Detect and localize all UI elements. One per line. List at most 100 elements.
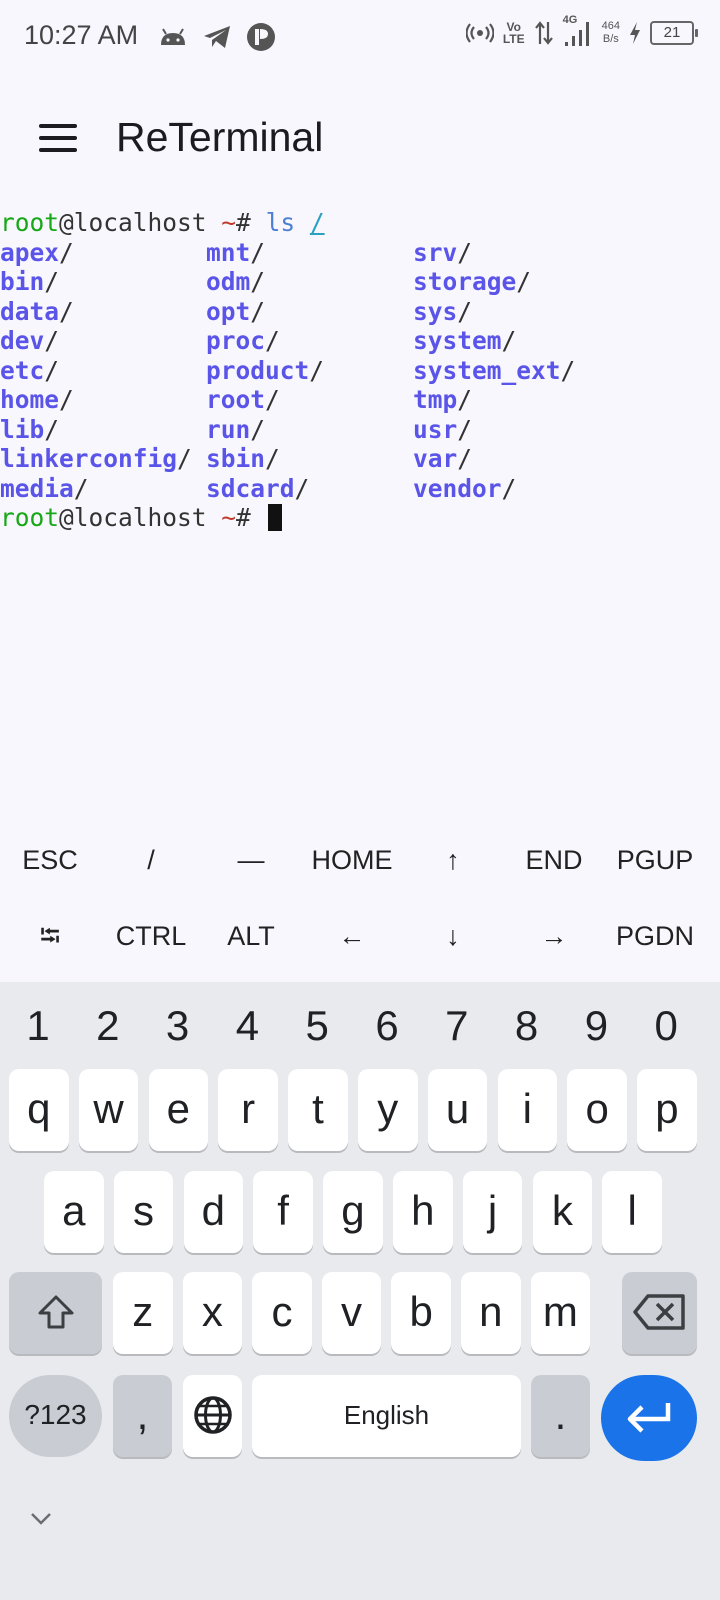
number-key[interactable]: 7 [422, 990, 492, 1062]
ls-entry: bin/ [0, 267, 60, 296]
extra-key-row2-2[interactable]: ALT [200, 898, 302, 974]
terminal-output[interactable]: root@localhost ~# ls / apex/bin/data/dev… [0, 208, 720, 828]
extra-key-row2-1[interactable]: CTRL [100, 898, 202, 974]
shift-key[interactable] [9, 1272, 102, 1354]
ls-entry: mnt/ [206, 237, 266, 267]
telegram-icon [204, 26, 230, 48]
number-key[interactable]: 5 [282, 990, 352, 1062]
number-key[interactable]: 9 [561, 990, 631, 1062]
charging-icon [630, 22, 640, 44]
number-key[interactable]: 0 [631, 990, 701, 1062]
letter-key[interactable]: q [9, 1069, 69, 1151]
comma-key[interactable]: , [113, 1375, 172, 1457]
number-key[interactable]: 1 [3, 990, 73, 1062]
system-icons: Vo LTE 4G 464 B/s 21 [465, 14, 698, 48]
prompt-line-current: root@localhost ~# [0, 503, 720, 533]
ls-entry: run/ [206, 414, 266, 444]
signal-icon [564, 22, 589, 46]
ls-entry: odm/ [206, 267, 266, 296]
volte-indicator: Vo LTE [502, 20, 525, 46]
ls-entry: tmp/ [413, 385, 473, 414]
extra-key-row2-4[interactable]: ↓ [402, 898, 504, 974]
number-key[interactable]: 3 [143, 990, 213, 1062]
enter-icon [627, 1403, 671, 1433]
number-key[interactable]: 6 [352, 990, 422, 1062]
letter-key[interactable]: s [113, 1171, 174, 1253]
extra-key-row1-0[interactable]: ESC [0, 822, 101, 898]
number-key[interactable]: 2 [73, 990, 143, 1062]
ls-entry: data/ [0, 296, 74, 326]
letter-key[interactable]: c [252, 1272, 312, 1354]
letter-key[interactable]: l [602, 1171, 662, 1253]
letter-key[interactable]: i [497, 1069, 558, 1151]
number-row: 1234567890 [0, 990, 720, 1062]
language-key[interactable] [183, 1375, 242, 1457]
extra-key-row1-2[interactable]: — [200, 822, 302, 898]
letter-key[interactable]: f [253, 1171, 313, 1253]
space-key[interactable]: English [252, 1375, 521, 1457]
ls-entry: var/ [413, 444, 473, 473]
symbols-key[interactable]: ?123 [9, 1375, 102, 1457]
menu-icon[interactable] [30, 116, 86, 166]
ls-output: apex/bin/data/dev/etc/home/lib/linkercon… [0, 238, 720, 504]
period-key[interactable]: . [531, 1375, 590, 1457]
letter-key[interactable]: p [637, 1069, 697, 1151]
ls-entry: product/ [206, 355, 325, 385]
ls-entry: proc/ [206, 326, 280, 355]
letter-key[interactable]: o [567, 1069, 627, 1151]
android-icon [161, 28, 185, 45]
letter-key[interactable]: m [530, 1272, 591, 1354]
extra-key-row2-5[interactable]: → [503, 898, 605, 974]
letter-key[interactable]: e [148, 1069, 209, 1151]
letter-key[interactable]: t [288, 1069, 348, 1151]
letter-key[interactable]: h [393, 1171, 453, 1253]
number-key[interactable]: 8 [492, 990, 562, 1062]
letter-key[interactable]: z [113, 1272, 173, 1354]
hotspot-icon [465, 23, 494, 43]
extra-key-row2-6[interactable]: PGDN [604, 898, 706, 974]
network-speed: 464 B/s [601, 20, 620, 45]
signal-strength: 4G [563, 14, 593, 48]
number-key[interactable]: 4 [212, 990, 282, 1062]
ls-entry: media/ [0, 473, 89, 503]
letter-key[interactable]: v [321, 1272, 382, 1354]
letter-key[interactable]: k [532, 1171, 593, 1253]
extra-key-row1-1[interactable]: / [100, 822, 202, 898]
letter-key[interactable]: w [78, 1069, 139, 1151]
letter-key[interactable]: b [391, 1272, 451, 1354]
extra-key-row2-0[interactable]: ⭾ [0, 898, 101, 974]
command-arg: / [309, 208, 325, 237]
app-title: ReTerminal [116, 114, 324, 160]
letter-key[interactable]: a [44, 1171, 104, 1253]
letter-key[interactable]: j [462, 1171, 523, 1253]
letter-key[interactable]: g [323, 1171, 383, 1253]
ls-entry: system/ [413, 326, 517, 355]
backspace-key[interactable] [622, 1272, 697, 1354]
letter-key[interactable]: d [183, 1171, 244, 1253]
extra-keys-bar: ESC / — HOME ↑ END PGUP ⭾ CTRL ALT ← ↓ → PGDN [0, 822, 720, 982]
shift-icon [38, 1295, 73, 1329]
letter-key[interactable]: r [218, 1069, 278, 1151]
extra-key-row1-5[interactable]: END [503, 822, 605, 898]
extra-key-row1-6[interactable]: PGUP [604, 822, 706, 898]
chevron-down-icon[interactable] [26, 1504, 56, 1534]
extra-key-row2-3[interactable]: ← [301, 898, 403, 974]
soft-keyboard: 1234567890 qwertyuiop asdfghjkl zxcvbnm ?1… [0, 982, 720, 1600]
ls-entry: etc/ [0, 355, 60, 385]
ls-entry: home/ [0, 385, 74, 414]
terminal-cursor [267, 504, 282, 531]
extra-key-row1-3[interactable]: HOME [301, 822, 403, 898]
letter-key[interactable]: y [358, 1069, 418, 1151]
letter-key[interactable]: n [461, 1272, 521, 1354]
ls-entry: system_ext/ [413, 355, 576, 385]
ls-entry: vendor/ [413, 473, 517, 503]
extra-key-row1-4[interactable]: ↑ [402, 822, 504, 898]
letter-key[interactable]: x [182, 1272, 243, 1354]
globe-icon [193, 1396, 232, 1434]
ls-entry: sbin/ [206, 444, 280, 473]
enter-key[interactable] [601, 1375, 697, 1461]
app-bar: ReTerminal [0, 96, 720, 186]
status-bar: 10:27 AM Vo LTE 4G 464 B/s 21 [0, 0, 720, 76]
letter-key[interactable]: u [427, 1069, 488, 1151]
battery-icon: 21 [650, 21, 698, 45]
